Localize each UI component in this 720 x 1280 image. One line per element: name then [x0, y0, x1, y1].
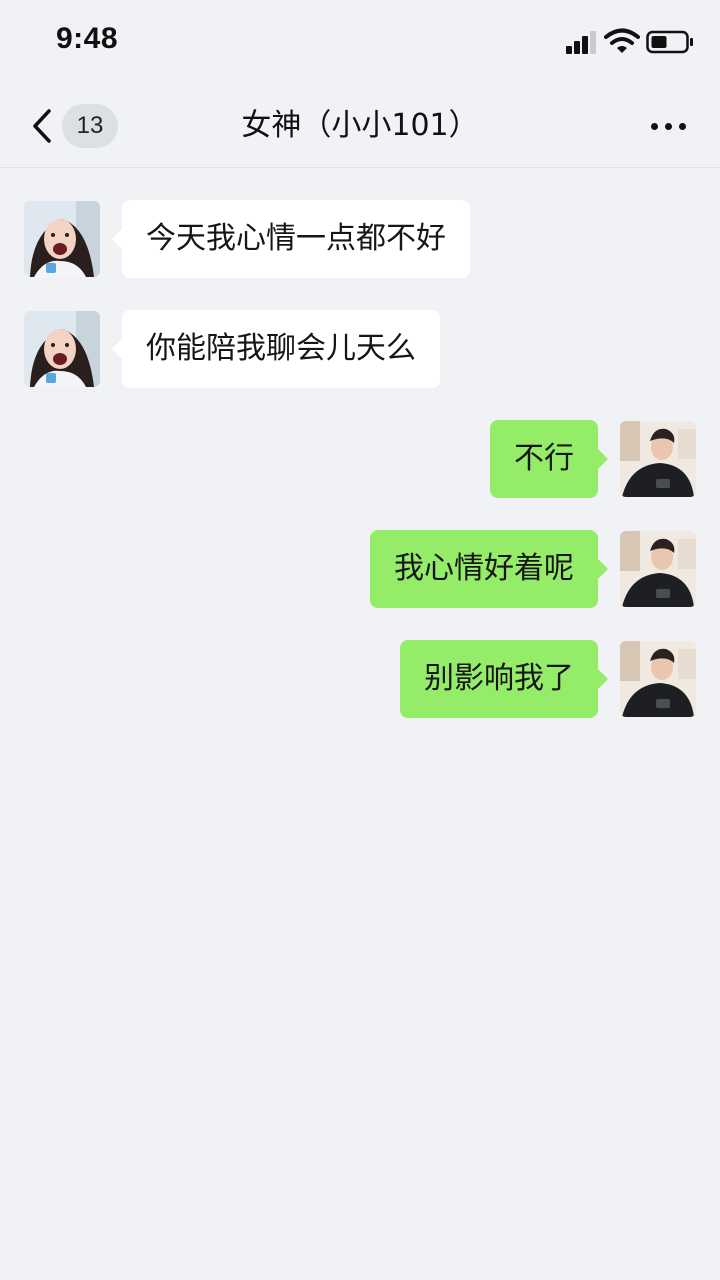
nav-bar: 13 女神（小小101） — [0, 88, 720, 168]
avatar-female-image — [24, 201, 100, 277]
avatar-contact[interactable] — [24, 311, 100, 387]
more-dots-icon — [664, 122, 672, 130]
message-row: 我心情好着呢 — [0, 530, 720, 608]
more-dots-icon — [650, 122, 658, 130]
message-row: 别影响我了 — [0, 640, 720, 718]
more-dots-icon — [678, 122, 686, 130]
status-bar: 9:48 — [0, 0, 720, 88]
message-row: 今天我心情一点都不好 — [0, 200, 720, 278]
wifi-icon — [604, 28, 640, 53]
battery-icon — [646, 30, 693, 54]
avatar-self[interactable] — [620, 641, 696, 717]
message-bubble-outgoing[interactable]: 不行 — [490, 420, 608, 498]
more-button[interactable] — [640, 108, 696, 144]
chevron-left-icon — [33, 109, 51, 143]
avatar-male-image — [620, 421, 696, 497]
message-bubble-incoming[interactable]: 今天我心情一点都不好 — [112, 200, 470, 278]
back-button[interactable] — [22, 104, 62, 148]
message-bubble-incoming[interactable]: 你能陪我聊会儿天么 — [112, 310, 440, 388]
unread-count-badge[interactable]: 13 — [62, 104, 118, 148]
avatar-contact[interactable] — [24, 201, 100, 277]
chat-title: 女神（小小101） — [241, 108, 479, 143]
avatar-self[interactable] — [620, 531, 696, 607]
avatar-female-image — [24, 311, 100, 387]
avatar-male-image — [620, 641, 696, 717]
signal-icon — [566, 31, 596, 54]
message-bubble-outgoing[interactable]: 我心情好着呢 — [370, 530, 608, 608]
status-time: 9:48 — [56, 22, 119, 55]
message-bubble-outgoing[interactable]: 别影响我了 — [400, 640, 608, 718]
avatar-male-image — [620, 531, 696, 607]
avatar-self[interactable] — [620, 421, 696, 497]
message-row: 你能陪我聊会儿天么 — [0, 310, 720, 388]
message-row: 不行 — [0, 420, 720, 498]
